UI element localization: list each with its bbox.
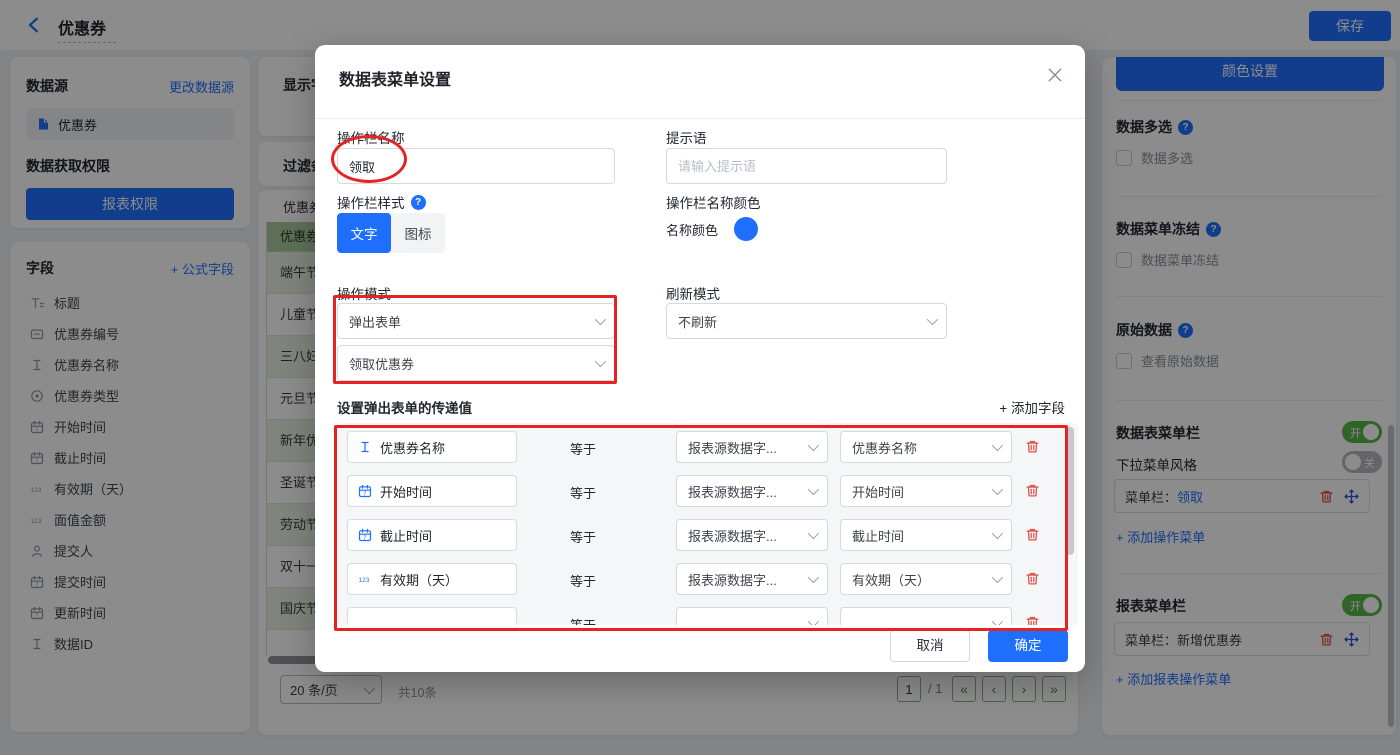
svg-text:7: 7 [363, 535, 366, 541]
chevron-down-icon [926, 313, 939, 326]
transfer-row: 7 截止时间 等于 报表源数据字... 截止时间 [337, 519, 1078, 551]
number-icon: 123 [358, 572, 372, 586]
source-value-select[interactable]: 优惠券名称 [840, 431, 1012, 463]
chevron-down-icon [991, 483, 1004, 496]
color-swatch[interactable] [734, 217, 759, 241]
help-icon[interactable] [410, 194, 426, 210]
confirm-button[interactable]: 确定 [988, 630, 1068, 662]
chevron-down-icon [991, 439, 1004, 452]
transfer-values-label: 设置弹出表单的传递值 [337, 401, 472, 416]
cancel-button[interactable]: 取消 [890, 630, 970, 662]
name-color-label: 操作栏名称颜色 [666, 196, 761, 211]
action-mode-label: 操作模式 [337, 287, 391, 302]
transfer-field-input[interactable]: 7 开始时间 [347, 475, 517, 507]
transfer-field-input[interactable] [347, 607, 517, 625]
chevron-down-icon [807, 615, 820, 625]
operator-label: 等于 [570, 615, 596, 625]
chevron-down-icon [807, 439, 820, 452]
svg-text:7: 7 [363, 491, 366, 497]
delete-row-icon[interactable] [1025, 571, 1040, 586]
delete-row-icon[interactable] [1025, 527, 1040, 542]
date-icon: 7 [358, 528, 372, 542]
refresh-mode-label: 刷新模式 [666, 287, 720, 302]
source-type-select[interactable]: 报表源数据字... [676, 431, 828, 463]
tab-icon-style[interactable]: 图标 [391, 213, 445, 253]
divider [315, 118, 1085, 119]
transfer-field-input[interactable]: 7 截止时间 [347, 519, 517, 551]
delete-row-icon[interactable] [1025, 439, 1040, 454]
transfer-field-input[interactable]: 优惠券名称 [347, 431, 517, 463]
action-name-input[interactable] [337, 148, 615, 184]
transfer-field-input[interactable]: 123 有效期（天） [347, 563, 517, 595]
chevron-down-icon [594, 355, 607, 368]
date-icon: 7 [358, 484, 372, 498]
app-root: 优惠券 保存 数据源 更改数据源 优惠券 数据获取权限 报表权限 字段 + 公式… [0, 0, 1400, 755]
source-type-select[interactable]: 报表源数据字... [676, 475, 828, 507]
source-type-select[interactable]: 报表源数据字... [676, 519, 828, 551]
chevron-down-icon [991, 571, 1004, 584]
chevron-down-icon [991, 527, 1004, 540]
source-value-select[interactable]: 截止时间 [840, 519, 1012, 551]
tab-text-style[interactable]: 文字 [337, 213, 391, 253]
tip-label: 提示语 [666, 131, 707, 146]
add-field-link[interactable]: + 添加字段 [999, 397, 1065, 417]
action-style-label: 操作栏样式 [337, 196, 405, 211]
chevron-down-icon [594, 313, 607, 326]
chevron-down-icon [807, 527, 820, 540]
action-name-label: 操作栏名称 [337, 131, 405, 146]
chevron-down-icon [991, 615, 1004, 625]
source-value-select[interactable] [840, 607, 1012, 625]
operator-label: 等于 [570, 530, 597, 545]
transfer-row: 等于 [337, 607, 1078, 625]
svg-text:123: 123 [359, 577, 370, 584]
source-type-select[interactable] [676, 607, 828, 625]
transfer-row: 123 有效期（天） 等于 报表源数据字... 有效期（天） [337, 563, 1078, 595]
chevron-down-icon [807, 571, 820, 584]
source-value-select[interactable]: 有效期（天） [840, 563, 1012, 595]
operator-label: 等于 [570, 442, 597, 457]
text-icon [358, 440, 372, 454]
source-value-select[interactable]: 开始时间 [840, 475, 1012, 507]
transfer-row: 7 开始时间 等于 报表源数据字... 开始时间 [337, 475, 1078, 507]
source-type-select[interactable]: 报表源数据字... [676, 563, 828, 595]
modal-title: 数据表菜单设置 [339, 72, 452, 89]
name-color-sub-label: 名称颜色 [666, 222, 719, 238]
operator-label: 等于 [570, 574, 597, 589]
tip-input[interactable] [666, 148, 947, 184]
delete-row-icon[interactable] [1025, 615, 1040, 625]
action-form-select[interactable]: 领取优惠券 [337, 345, 615, 381]
action-style-segmented: 文字 图标 [337, 213, 445, 253]
transfer-rows-container: 优惠券名称 等于 报表源数据字... 优惠券名称 7 开始时间 等于 报表源数据… [337, 423, 1078, 625]
operator-label: 等于 [570, 486, 597, 501]
delete-row-icon[interactable] [1025, 483, 1040, 498]
table-menu-settings-modal: 数据表菜单设置 操作栏名称 提示语 操作栏样式 文字 图标 操作栏名称颜色 名称… [315, 45, 1085, 672]
close-icon[interactable] [1047, 67, 1063, 83]
action-mode-select[interactable]: 弹出表单 [337, 303, 615, 339]
refresh-mode-select[interactable]: 不刷新 [666, 303, 947, 339]
transfer-row: 优惠券名称 等于 报表源数据字... 优惠券名称 [337, 431, 1078, 463]
chevron-down-icon [807, 483, 820, 496]
